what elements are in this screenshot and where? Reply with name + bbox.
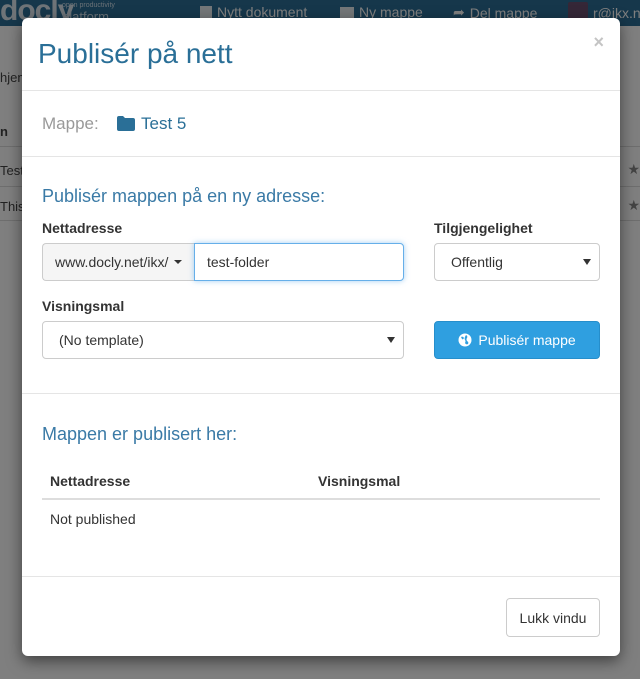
table-empty-text: Not published <box>50 511 136 527</box>
address-prefix-dropdown[interactable]: www.docly.net/ikx/ <box>42 243 194 281</box>
folder-name: Test 5 <box>141 114 187 133</box>
close-window-button[interactable]: Lukk vindu <box>506 598 600 637</box>
availability-value: Offentlig <box>451 254 503 270</box>
folder-icon <box>117 116 135 131</box>
globe-icon <box>458 333 472 347</box>
folder-label: Mappe: <box>42 114 99 133</box>
divider <box>22 393 620 394</box>
publish-folder-label: Publisér mappe <box>478 332 576 348</box>
chevron-down-icon <box>583 259 591 265</box>
folder-row: Mappe: Test 5 <box>22 91 620 157</box>
template-label: Visningsmal <box>42 298 125 314</box>
divider <box>42 498 600 500</box>
divider <box>22 576 620 577</box>
table-header-template: Visningsmal <box>318 473 401 489</box>
published-section-title: Mappen er publisert her: <box>42 424 238 444</box>
address-input[interactable] <box>194 243 404 281</box>
address-label: Nettadresse <box>42 220 123 236</box>
table-header-address: Nettadresse <box>50 473 131 489</box>
chevron-down-icon <box>387 337 395 343</box>
close-icon[interactable]: × <box>593 32 604 53</box>
modal-header: Publisér på nett × <box>22 18 620 91</box>
availability-label: Tilgjengelighet <box>434 220 533 236</box>
caret-down-icon <box>174 260 183 264</box>
template-select[interactable]: (No template) <box>42 321 404 359</box>
publish-modal: Publisér på nett × Mappe: Test 5 Publisé… <box>22 18 620 656</box>
address-prefix: www.docly.net/ikx/ <box>55 254 169 270</box>
publish-folder-button[interactable]: Publisér mappe <box>434 321 600 359</box>
template-value: (No template) <box>59 332 144 348</box>
modal-title: Publisér på nett <box>38 38 233 69</box>
availability-select[interactable]: Offentlig <box>434 243 600 281</box>
publish-section-title: Publisér mappen på en ny adresse: <box>42 186 326 206</box>
